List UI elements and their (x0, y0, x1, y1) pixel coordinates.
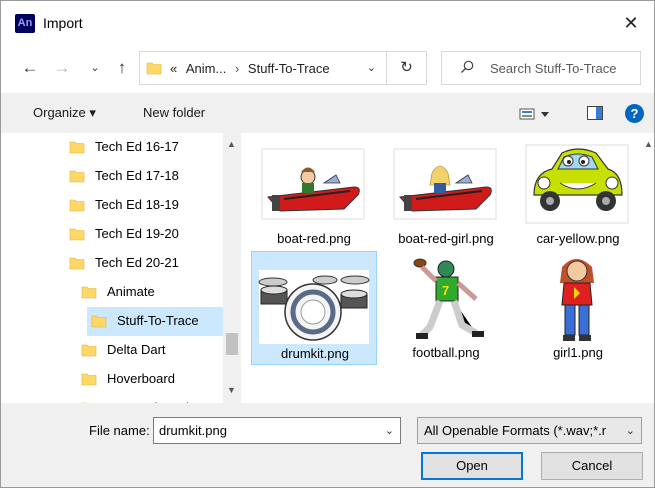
folder-icon (69, 257, 85, 270)
address-dropdown-chevron-icon[interactable]: ⌄ (367, 61, 376, 74)
file-item-girl1[interactable]: girl1.png (515, 251, 641, 365)
file-grid: boat-red.png boat-red-girl.png car-yello… (241, 133, 641, 403)
tree-item[interactable]: No Touch Tool (1, 394, 221, 403)
dialog-footer: File name: drumkit.png ⌄ All Openable Fo… (1, 403, 654, 487)
file-grid-scrollbar[interactable]: ▲ (641, 133, 654, 403)
tree-item[interactable]: Delta Dart (1, 336, 221, 365)
girl-thumbnail-icon (552, 253, 602, 343)
folder-icon (91, 315, 107, 328)
boat-red-thumbnail-icon (254, 139, 372, 229)
preview-pane-icon[interactable] (587, 106, 603, 120)
breadcrumb-item-animate[interactable]: Anim... (186, 61, 226, 76)
tree-item[interactable]: Tech Ed 19-20 (1, 220, 221, 249)
file-name-value[interactable]: drumkit.png (159, 423, 227, 438)
file-type-filter-select[interactable]: All Openable Formats (*.wav;*.r ⌄ (417, 417, 642, 444)
forward-arrow-icon[interactable]: → (51, 57, 73, 79)
search-input[interactable]: Search Stuff-To-Trace (490, 61, 616, 76)
search-box[interactable]: Search Stuff-To-Trace (441, 51, 641, 85)
scroll-thumb[interactable] (226, 333, 238, 355)
tree-item[interactable]: Tech Ed 20-21 (1, 249, 221, 278)
tree-item[interactable]: Hoverboard (1, 365, 221, 394)
file-name-field[interactable]: drumkit.png ⌄ (153, 417, 401, 444)
tree-item[interactable]: Stuff-To-Trace (87, 307, 241, 336)
refresh-button[interactable]: ↻ (387, 51, 427, 85)
folder-icon (69, 199, 85, 212)
navigation-bar: ← → ⌄ ↑ « Anim... › Stuff-To-Trace ⌄ ↻ S… (1, 45, 654, 91)
tree-item-label: Tech Ed 18-19 (95, 197, 179, 212)
new-folder-button[interactable]: New folder (143, 105, 205, 120)
scroll-up-arrow-icon[interactable]: ▲ (644, 139, 653, 149)
file-item-boat-red-girl[interactable]: boat-red-girl.png (383, 137, 509, 251)
car-yellow-thumbnail-icon (525, 144, 629, 224)
folder-icon (81, 344, 97, 357)
open-button[interactable]: Open (421, 452, 523, 480)
file-item-football[interactable]: 7 football.png (383, 251, 509, 365)
animate-app-icon: An (15, 14, 35, 33)
tree-item-label: Animate (107, 284, 155, 299)
tree-item-label: Tech Ed 16-17 (95, 139, 179, 154)
title-bar: An Import ✕ (1, 1, 654, 45)
breadcrumb-overflow[interactable]: « (170, 61, 177, 76)
folder-icon (69, 141, 85, 154)
tree-item[interactable]: Tech Ed 17-18 (1, 162, 221, 191)
file-name-label: boat-red.png (277, 231, 351, 246)
tree-item-label: Tech Ed 17-18 (95, 168, 179, 183)
close-button[interactable]: ✕ (608, 1, 654, 45)
tree-scrollbar[interactable]: ▲ ▼ (223, 133, 241, 403)
folder-icon (81, 373, 97, 386)
file-name-label: car-yellow.png (536, 231, 620, 246)
recent-locations-chevron-icon[interactable]: ⌄ (85, 57, 105, 79)
search-icon (461, 60, 474, 73)
file-item-drumkit[interactable]: drumkit.png (251, 251, 377, 365)
import-dialog: An Import ✕ ← → ⌄ ↑ « Anim... › Stuff-To… (0, 0, 655, 488)
tree-item-label: Stuff-To-Trace (117, 313, 199, 328)
address-bar[interactable]: « Anim... › Stuff-To-Trace ⌄ (139, 51, 387, 85)
scroll-up-arrow-icon[interactable]: ▲ (227, 139, 236, 149)
svg-text:7: 7 (442, 283, 449, 298)
boat-red-girl-thumbnail-icon (393, 148, 497, 220)
drumkit-thumbnail-icon (258, 270, 370, 344)
file-name-label: File name: (89, 423, 150, 438)
file-name-label: football.png (412, 345, 480, 360)
file-item-boat-red[interactable]: boat-red.png (251, 137, 377, 251)
command-toolbar: Organize ▾ New folder ? (1, 93, 654, 133)
tree-item[interactable]: Tech Ed 16-17 (1, 133, 221, 162)
folder-icon (69, 170, 85, 183)
file-name-label: boat-red-girl.png (398, 231, 494, 246)
folder-icon (69, 228, 85, 241)
folder-icon (81, 286, 97, 299)
back-arrow-icon[interactable]: ← (19, 57, 41, 79)
dialog-title: Import (43, 15, 83, 31)
tree-item-label: Hoverboard (107, 371, 175, 386)
cancel-button[interactable]: Cancel (541, 452, 643, 480)
breadcrumb-separator-icon: › (234, 61, 240, 76)
football-player-thumbnail-icon: 7 (402, 253, 488, 343)
navigation-tree: Tech Ed 16-17 Tech Ed 17-18 Tech Ed 18-19 T… (1, 133, 241, 403)
tree-item-label: Tech Ed 20-21 (95, 255, 179, 270)
tree-item-label: Tech Ed 19-20 (95, 226, 179, 241)
organize-menu-button[interactable]: Organize ▾ (33, 105, 96, 121)
up-arrow-icon[interactable]: ↑ (111, 57, 133, 79)
help-button[interactable]: ? (625, 104, 644, 123)
file-item-car-yellow[interactable]: car-yellow.png (515, 137, 641, 251)
breadcrumb: « Anim... › Stuff-To-Trace (170, 61, 330, 76)
change-view-icon[interactable] (519, 106, 553, 122)
file-name-label: girl1.png (553, 345, 603, 360)
tree-item[interactable]: Animate (1, 278, 221, 307)
file-name-dropdown-chevron-icon[interactable]: ⌄ (385, 424, 394, 437)
tree-item[interactable]: Tech Ed 18-19 (1, 191, 221, 220)
folder-icon (146, 62, 162, 75)
filter-dropdown-chevron-icon[interactable]: ⌄ (626, 424, 635, 437)
file-name-label: drumkit.png (281, 346, 349, 361)
file-type-filter-value: All Openable Formats (*.wav;*.r (424, 423, 607, 438)
scroll-down-arrow-icon[interactable]: ▼ (227, 385, 236, 395)
tree-item-label: Delta Dart (107, 342, 166, 357)
breadcrumb-item-stuff-to-trace[interactable]: Stuff-To-Trace (248, 61, 330, 76)
